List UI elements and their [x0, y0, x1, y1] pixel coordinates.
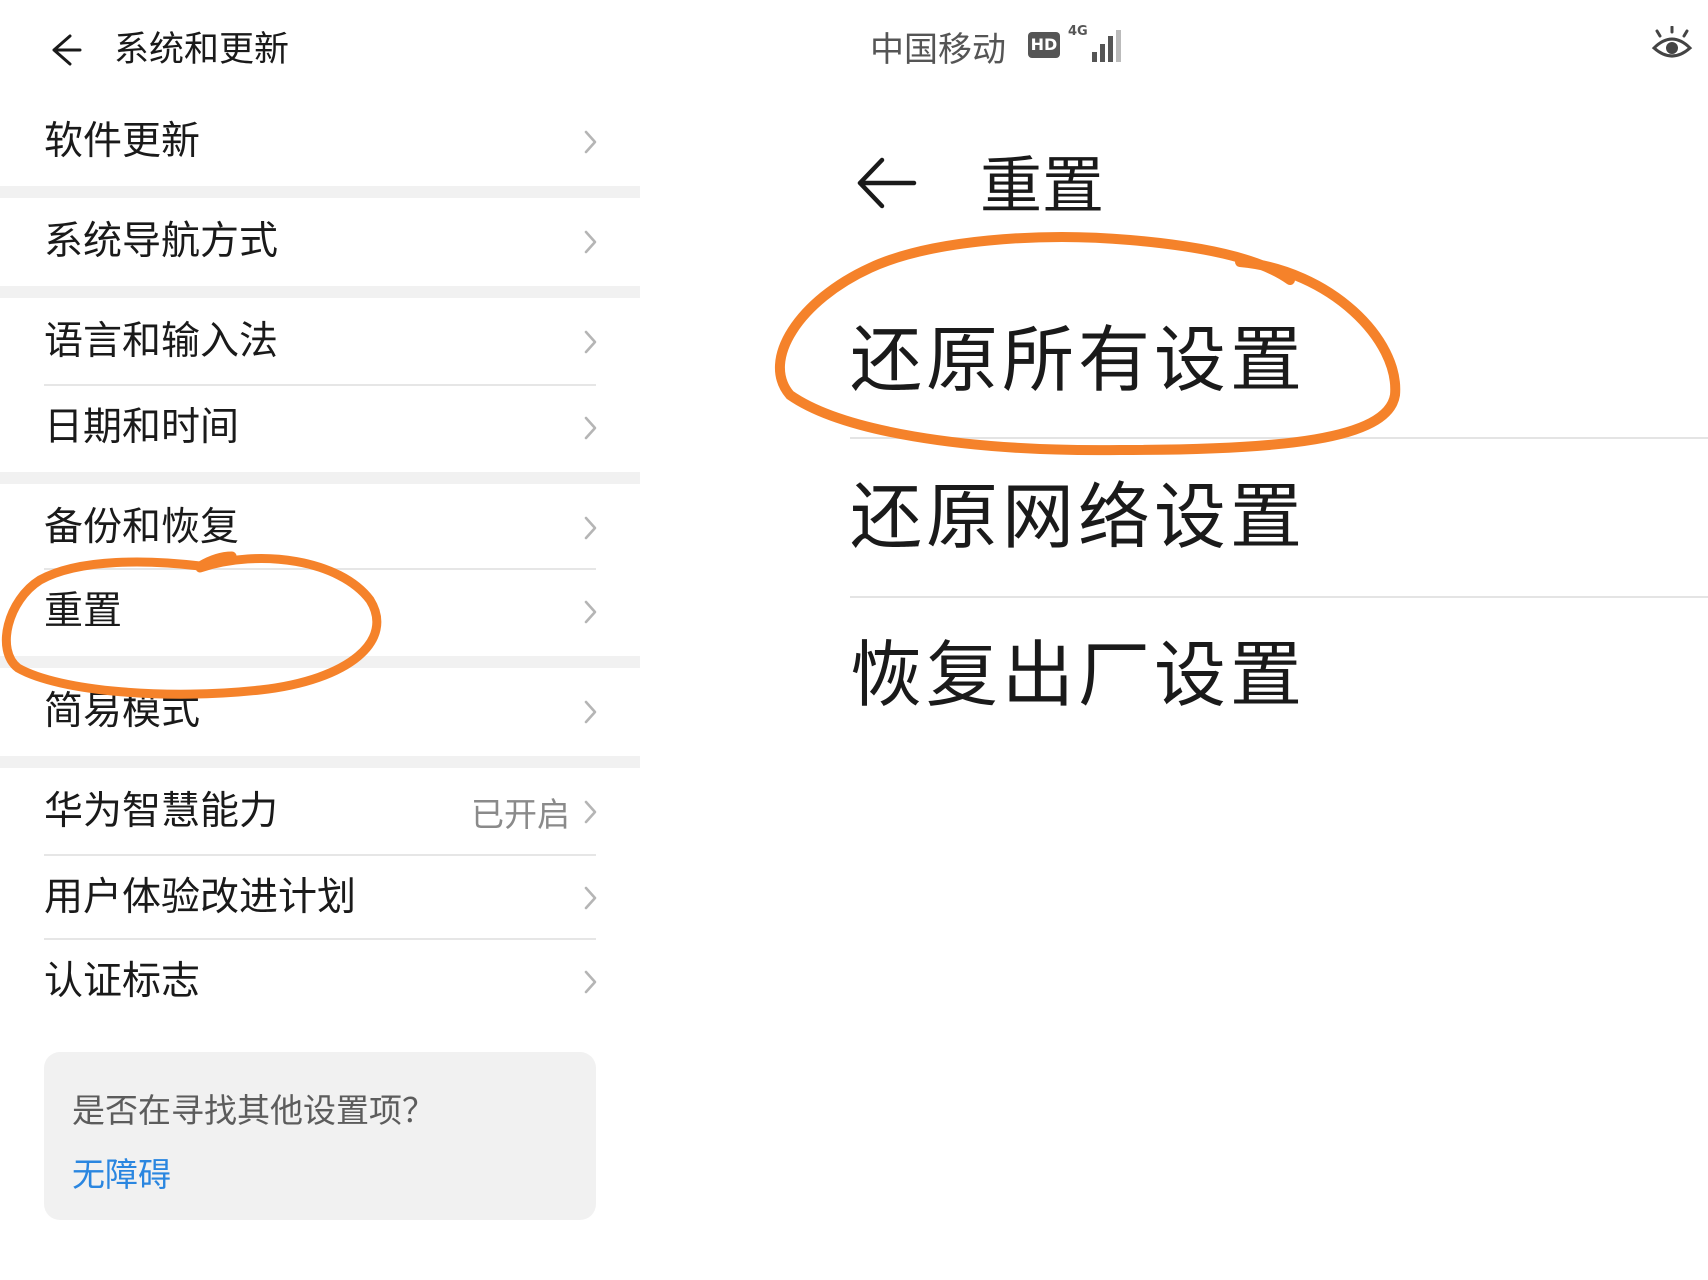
menu-item-user-experience[interactable]: 用户体验改进计划 [0, 856, 640, 940]
menu-item-label: 语言和输入法 [44, 319, 279, 364]
reset-option-factory-reset[interactable]: 恢复出厂设置 [850, 600, 1708, 750]
system-update-screen: 系统和更新 软件更新 系统导航方式 语言和输入法 日期和时间 备份和恢复 重置 … [0, 0, 640, 1280]
chevron-right-icon [584, 800, 597, 824]
menu-item-language-input[interactable]: 语言和输入法 [0, 300, 640, 384]
menu-item-huawei-smart[interactable]: 华为智慧能力 已开启 [0, 770, 640, 854]
option-label: 还原所有设置 [850, 318, 1307, 402]
chevron-right-icon [584, 970, 597, 994]
chevron-right-icon [584, 416, 597, 440]
chevron-right-icon [584, 516, 597, 540]
status-value: 已开启 [471, 795, 570, 834]
back-arrow-icon[interactable] [40, 28, 84, 72]
menu-item-label: 华为智慧能力 [44, 789, 279, 834]
hd-badge: HD [1028, 32, 1060, 58]
menu-item-label: 系统导航方式 [44, 219, 279, 264]
menu-item-reset[interactable]: 重置 [0, 570, 640, 654]
chevron-right-icon [584, 130, 597, 154]
screenshot-composite: 系统和更新 软件更新 系统导航方式 语言和输入法 日期和时间 备份和恢复 重置 … [0, 0, 1708, 1280]
page-title: 系统和更新 [114, 30, 290, 70]
row-divider [850, 437, 1708, 439]
page-title: 重置 [980, 149, 1105, 222]
back-arrow-icon[interactable] [852, 150, 918, 216]
search-suggestion-text: 是否在寻找其他设置项？ [72, 1091, 435, 1130]
chevron-right-icon [584, 600, 597, 624]
option-label: 恢复出厂设置 [850, 633, 1307, 717]
section-gap [0, 656, 640, 668]
chevron-right-icon [584, 230, 597, 254]
menu-item-date-time[interactable]: 日期和时间 [0, 386, 640, 470]
carrier-name: 中国移动 [870, 30, 1006, 70]
chevron-right-icon [584, 330, 597, 354]
row-divider [850, 596, 1708, 598]
menu-item-label: 备份和恢复 [44, 505, 240, 550]
eye-comfort-icon [1651, 26, 1693, 58]
menu-item-backup-restore[interactable]: 备份和恢复 [0, 486, 640, 570]
reset-option-all-settings[interactable]: 还原所有设置 [850, 285, 1708, 435]
chevron-right-icon [584, 886, 597, 910]
section-gap [0, 286, 640, 298]
menu-item-software-update[interactable]: 软件更新 [0, 100, 640, 184]
menu-item-label: 重置 [44, 589, 123, 634]
page-header: 系统和更新 [0, 0, 640, 100]
menu-item-system-navigation[interactable]: 系统导航方式 [0, 200, 640, 284]
chevron-right-icon [584, 700, 597, 724]
search-suggestion-card: 是否在寻找其他设置项？ 无障碍 [44, 1052, 596, 1220]
section-gap [0, 472, 640, 484]
section-gap [0, 756, 640, 768]
menu-item-certification[interactable]: 认证标志 [0, 940, 640, 1024]
menu-item-label: 用户体验改进计划 [44, 875, 357, 920]
accessibility-link[interactable]: 无障碍 [72, 1148, 171, 1196]
menu-item-label: 简易模式 [44, 689, 201, 734]
reset-screen: 中国移动 HD 4G 重置 还原所有设置 还原网络设置 恢复出厂设置 [640, 0, 1708, 1280]
menu-item-label: 软件更新 [44, 119, 201, 164]
menu-item-simple-mode[interactable]: 简易模式 [0, 670, 640, 754]
option-label: 还原网络设置 [850, 475, 1307, 559]
section-gap [0, 186, 640, 198]
menu-item-label: 认证标志 [44, 959, 201, 1004]
menu-item-label: 日期和时间 [44, 405, 240, 450]
signal-strength-icon [1092, 30, 1121, 62]
reset-option-network-settings[interactable]: 还原网络设置 [850, 442, 1708, 592]
